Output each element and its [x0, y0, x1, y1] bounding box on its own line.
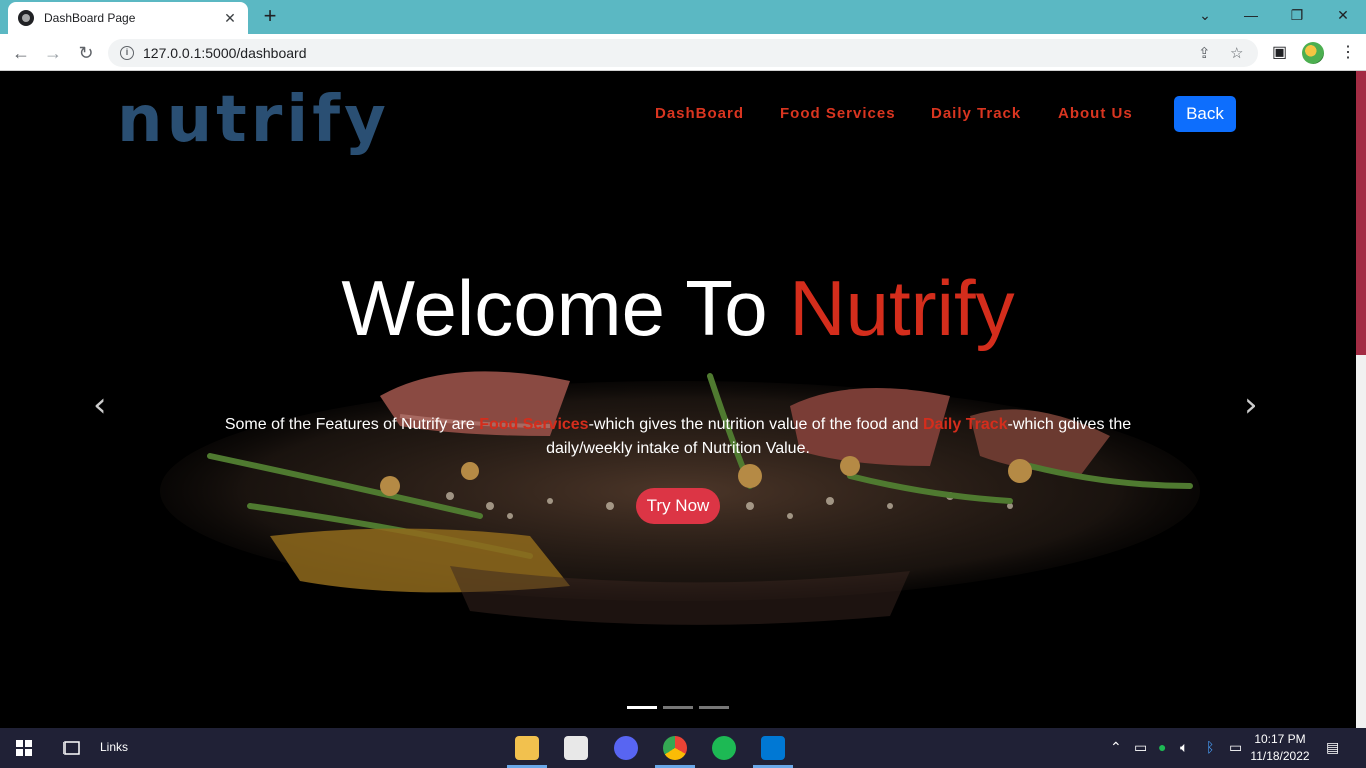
browser-toolbar: ← → ↻ i 127.0.0.1:5000/dashboard ⇪ ☆ ▣ ⋮	[0, 34, 1366, 71]
spotify-tray-icon[interactable]: ●	[1158, 739, 1166, 755]
page-content: nutrify DashBoard Food Services Daily Tr…	[0, 71, 1356, 728]
back-arrow-icon[interactable]: ←	[8, 40, 34, 66]
nutrify-logo[interactable]: nutrify	[117, 83, 390, 157]
new-tab-button[interactable]: +	[258, 4, 282, 28]
bookmark-star-icon[interactable]: ☆	[1230, 44, 1243, 62]
headline-prefix: Welcome To	[341, 264, 790, 352]
tab-title: DashBoard Page	[44, 11, 136, 25]
tab-search-icon[interactable]: ⌄	[1182, 0, 1228, 30]
headline-accent: Nutrify	[789, 264, 1015, 352]
vscode-icon[interactable]	[761, 736, 785, 760]
chrome-icon[interactable]	[663, 736, 687, 760]
clock-date[interactable]: 11/18/2022	[1246, 749, 1314, 763]
carousel-next-icon[interactable]: ›	[1244, 385, 1258, 425]
share-icon[interactable]: ⇪	[1198, 44, 1211, 62]
bluetooth-icon[interactable]: ᛒ	[1206, 739, 1214, 755]
nav-food-services[interactable]: Food Services	[780, 105, 896, 122]
desc-part-2: -which gives the nutrition value of the …	[588, 416, 924, 433]
menu-dots-icon[interactable]: ⋮	[1340, 42, 1356, 62]
back-button[interactable]: Back	[1174, 96, 1236, 132]
browser-tab[interactable]: DashBoard Page ✕	[8, 2, 248, 34]
task-view-icon[interactable]	[63, 739, 81, 757]
windows-taskbar: Links ⌃ ▭ ● 🔈︎ ᛒ ▭ 10:17 PM 11/18/2022 ▤	[0, 728, 1366, 768]
carousel-indicator-3[interactable]	[699, 706, 729, 709]
chevron-up-icon[interactable]: ⌃	[1110, 739, 1122, 756]
side-panel-icon[interactable]: ▣	[1272, 42, 1287, 62]
address-bar[interactable]: i 127.0.0.1:5000/dashboard ⇪ ☆	[108, 39, 1258, 67]
page-scrollbar-thumb[interactable]	[1356, 71, 1366, 355]
notification-icon[interactable]: ▤	[1326, 739, 1339, 756]
desc-part-1: Some of the Features of Nutrify are	[224, 416, 480, 433]
reload-icon[interactable]: ↻	[73, 40, 99, 66]
daily-track-highlight: Daily Track	[923, 416, 1008, 433]
forward-arrow-icon[interactable]: →	[40, 40, 66, 66]
url-text[interactable]: 127.0.0.1:5000/dashboard	[143, 45, 306, 61]
browser-tab-bar: DashBoard Page ✕ + ⌄ — ❐ ✕	[0, 0, 1366, 34]
microsoft-store-icon[interactable]	[564, 736, 588, 760]
minimize-button[interactable]: —	[1228, 0, 1274, 30]
tab-close-icon[interactable]: ✕	[222, 10, 238, 27]
hero-description: Some of the Features of Nutrify are Food…	[218, 413, 1138, 461]
nav-dashboard[interactable]: DashBoard	[655, 105, 744, 122]
food-services-highlight: Food Services	[479, 416, 589, 433]
network-icon[interactable]: ▭	[1229, 739, 1242, 756]
carousel-indicator-2[interactable]	[663, 706, 693, 709]
info-icon[interactable]: i	[120, 46, 134, 60]
carousel-indicator-1[interactable]	[627, 706, 657, 709]
nav-about-us[interactable]: About Us	[1058, 105, 1133, 122]
volume-icon[interactable]: 🔈︎	[1180, 739, 1188, 756]
discord-icon[interactable]	[614, 736, 638, 760]
display-icon[interactable]: ▭	[1134, 739, 1147, 756]
restore-button[interactable]: ❐	[1274, 0, 1320, 30]
file-explorer-icon[interactable]	[515, 736, 539, 760]
windows-start-icon[interactable]	[16, 740, 32, 756]
carousel-prev-icon[interactable]: ‹	[93, 385, 107, 425]
links-toolbar[interactable]: Links	[100, 740, 128, 754]
spotify-icon[interactable]	[712, 736, 736, 760]
hero-headline: Welcome To Nutrify	[0, 263, 1356, 354]
close-window-button[interactable]: ✕	[1320, 0, 1366, 30]
profile-avatar[interactable]	[1302, 42, 1324, 64]
globe-icon	[18, 10, 34, 26]
try-now-button[interactable]: Try Now	[636, 488, 720, 524]
clock-time[interactable]: 10:17 PM	[1250, 732, 1310, 746]
nav-daily-track[interactable]: Daily Track	[931, 105, 1021, 122]
